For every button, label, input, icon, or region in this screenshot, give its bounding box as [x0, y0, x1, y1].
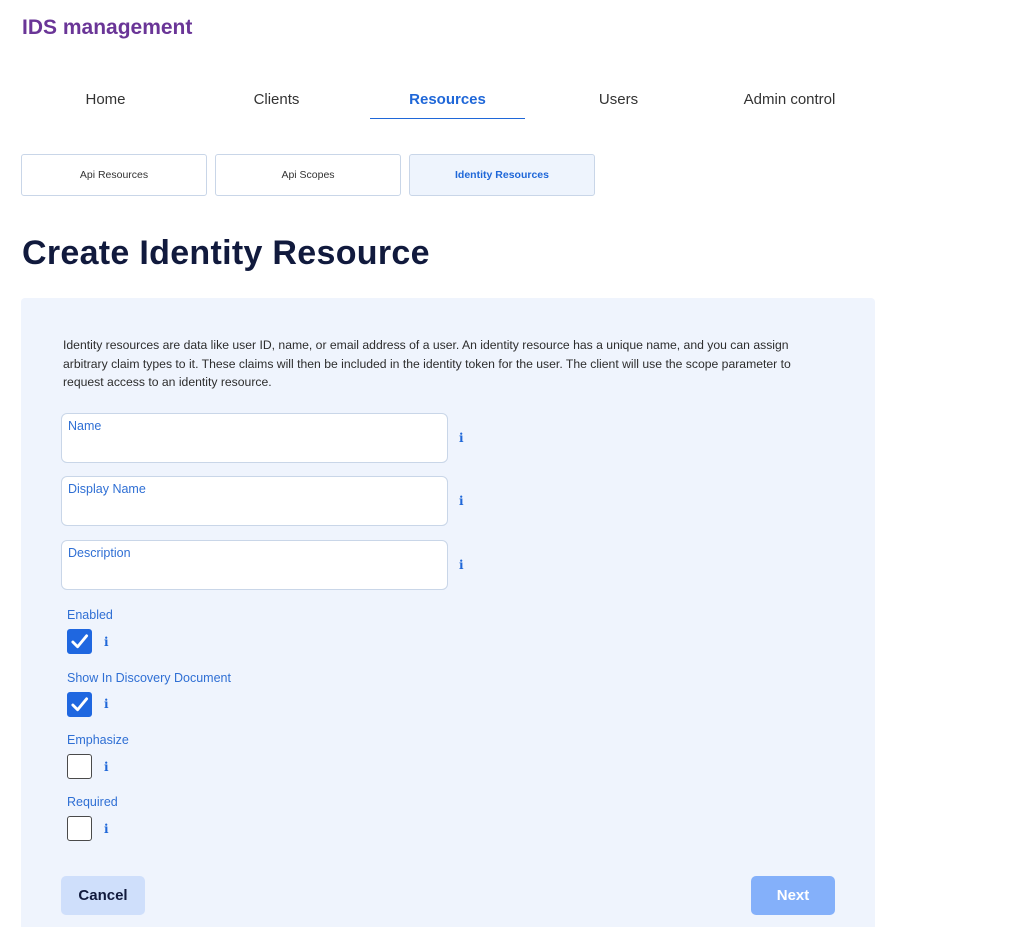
- emphasize-label: Emphasize: [67, 733, 129, 747]
- next-button[interactable]: Next: [751, 876, 835, 915]
- display-name-field[interactable]: Display Name: [61, 476, 448, 526]
- description-field[interactable]: Description: [61, 540, 448, 590]
- info-icon[interactable]: i: [104, 635, 109, 649]
- app-title: IDS management: [22, 16, 193, 39]
- subtab-api-scopes[interactable]: Api Scopes: [215, 154, 401, 196]
- nav-admin-control[interactable]: Admin control: [704, 78, 875, 120]
- display-name-input[interactable]: [68, 502, 441, 520]
- description-label: Description: [68, 546, 131, 560]
- cancel-button[interactable]: Cancel: [61, 876, 145, 915]
- show-in-discovery-checkbox[interactable]: [67, 692, 92, 717]
- description-input[interactable]: [68, 566, 441, 584]
- resource-subtabs: Api Resources Api Scopes Identity Resour…: [21, 154, 595, 196]
- required-label: Required: [67, 795, 118, 809]
- checkmark-icon: [71, 697, 89, 712]
- main-nav: Home Clients Resources Users Admin contr…: [20, 78, 875, 120]
- info-icon[interactable]: i: [104, 760, 109, 774]
- show-in-discovery-label: Show In Discovery Document: [67, 671, 231, 685]
- info-icon[interactable]: i: [459, 558, 464, 572]
- subtab-identity-resources[interactable]: Identity Resources: [409, 154, 595, 196]
- display-name-label: Display Name: [68, 482, 146, 496]
- page-title: Create Identity Resource: [22, 234, 430, 272]
- intro-text: Identity resources are data like user ID…: [63, 338, 791, 389]
- name-label: Name: [68, 419, 102, 433]
- emphasize-checkbox[interactable]: [67, 754, 92, 779]
- nav-users[interactable]: Users: [533, 78, 704, 120]
- subtab-api-resources[interactable]: Api Resources: [21, 154, 207, 196]
- required-checkbox[interactable]: [67, 816, 92, 841]
- enabled-label: Enabled: [67, 608, 113, 622]
- checkmark-icon: [71, 634, 89, 649]
- name-field[interactable]: Name: [61, 413, 448, 463]
- nav-home[interactable]: Home: [20, 78, 191, 120]
- nav-resources[interactable]: Resources: [362, 78, 533, 120]
- info-icon[interactable]: i: [104, 822, 109, 836]
- name-input[interactable]: [68, 439, 441, 457]
- nav-clients[interactable]: Clients: [191, 78, 362, 120]
- info-icon[interactable]: i: [459, 494, 464, 508]
- info-icon[interactable]: i: [459, 431, 464, 445]
- form-panel: Identity resources are data like user ID…: [21, 298, 875, 927]
- info-icon[interactable]: i: [104, 697, 109, 711]
- enabled-checkbox[interactable]: [67, 629, 92, 654]
